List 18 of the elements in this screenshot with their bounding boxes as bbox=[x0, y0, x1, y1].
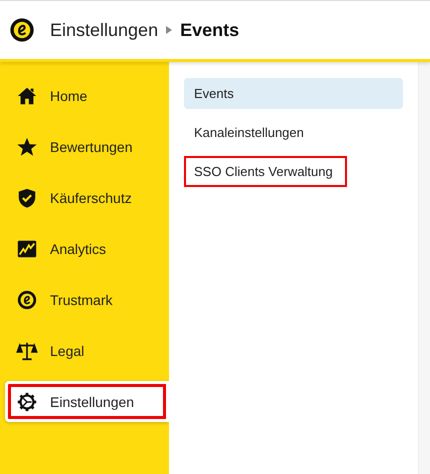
sidebar-item[interactable]: Bewertungen bbox=[5, 126, 169, 167]
submenu-item[interactable]: SSO Clients Verwaltung bbox=[184, 156, 347, 187]
submenu-item[interactable]: Events bbox=[184, 78, 403, 109]
sidebar-item[interactable]: Legal bbox=[5, 330, 169, 371]
breadcrumb-item[interactable]: Einstellungen bbox=[50, 20, 158, 40]
submenu-item[interactable]: Kanaleinstellungen bbox=[184, 117, 403, 148]
sidebar-item[interactable]: Einstellungen bbox=[5, 381, 169, 422]
star-icon bbox=[16, 136, 38, 158]
trustmark-icon bbox=[16, 288, 38, 310]
logo-icon[interactable] bbox=[8, 16, 36, 44]
sidebar-item[interactable]: Trustmark bbox=[5, 279, 169, 320]
sidebar-item[interactable]: Home bbox=[5, 75, 169, 116]
settings-icon bbox=[16, 390, 38, 412]
shield-icon bbox=[16, 186, 38, 208]
sidebar-item[interactable]: Käuferschutz bbox=[5, 177, 169, 218]
sidebar-item[interactable]: Analytics bbox=[5, 228, 169, 269]
breadcrumb-item: Events bbox=[180, 20, 240, 40]
separator-icon bbox=[166, 26, 172, 34]
